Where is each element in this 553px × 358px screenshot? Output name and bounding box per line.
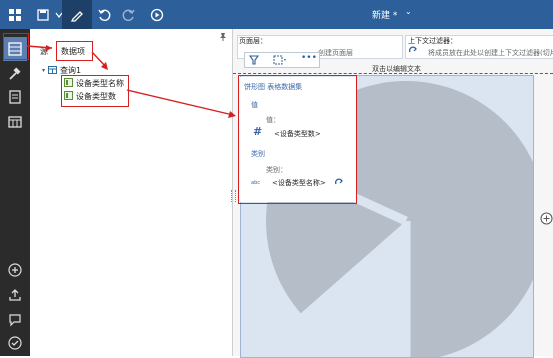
top-toolbar: 新建 * ⌄ <box>0 0 553 29</box>
query-table-icon <box>48 65 58 76</box>
toolbox-hammer-icon[interactable] <box>5 64 25 84</box>
resize-handle[interactable] <box>231 190 236 202</box>
check-icon[interactable] <box>5 333 25 353</box>
pages-icon[interactable] <box>5 87 25 107</box>
add-icon[interactable] <box>5 260 25 280</box>
play-run-icon[interactable] <box>146 4 168 25</box>
page-layer-label: 页面层： <box>239 37 267 45</box>
app-grid-icon[interactable] <box>4 4 26 25</box>
page-layer-hint: 创建页面层 <box>318 49 353 57</box>
title-chevron-icon[interactable]: ⌄ <box>405 7 412 16</box>
add-widget-icon[interactable] <box>540 212 553 227</box>
table-layout-icon[interactable] <box>5 112 25 132</box>
redo-icon[interactable] <box>118 4 140 25</box>
context-filter-label: 上下文过滤器： <box>408 37 457 45</box>
context-filter-hint: 将成员放在此处以创建上下文过滤器(切片 <box>428 49 553 57</box>
tab-source[interactable]: 源 <box>40 46 48 57</box>
highlight-chart-popup <box>238 75 357 204</box>
highlight-data-items <box>61 75 129 107</box>
document-title[interactable]: 新建 * <box>372 8 397 21</box>
widget-toolbar: ••• <box>244 52 320 68</box>
highlight-data-items-tab <box>56 41 93 61</box>
undo-icon[interactable] <box>93 4 115 25</box>
upload-icon[interactable] <box>5 285 25 305</box>
context-arrow-icon <box>409 46 418 56</box>
comment-icon[interactable] <box>5 310 25 330</box>
left-rail <box>0 29 30 356</box>
pin-icon[interactable] <box>219 32 227 44</box>
selection-icon[interactable] <box>273 55 287 67</box>
filter-icon[interactable] <box>248 55 260 67</box>
dashed-divider <box>233 73 553 74</box>
edit-pencil-icon[interactable] <box>62 0 92 29</box>
expand-chevron-icon[interactable]: ▾ <box>42 67 45 74</box>
highlight-data-panel-button <box>3 33 29 60</box>
more-options-icon[interactable]: ••• <box>301 53 317 63</box>
